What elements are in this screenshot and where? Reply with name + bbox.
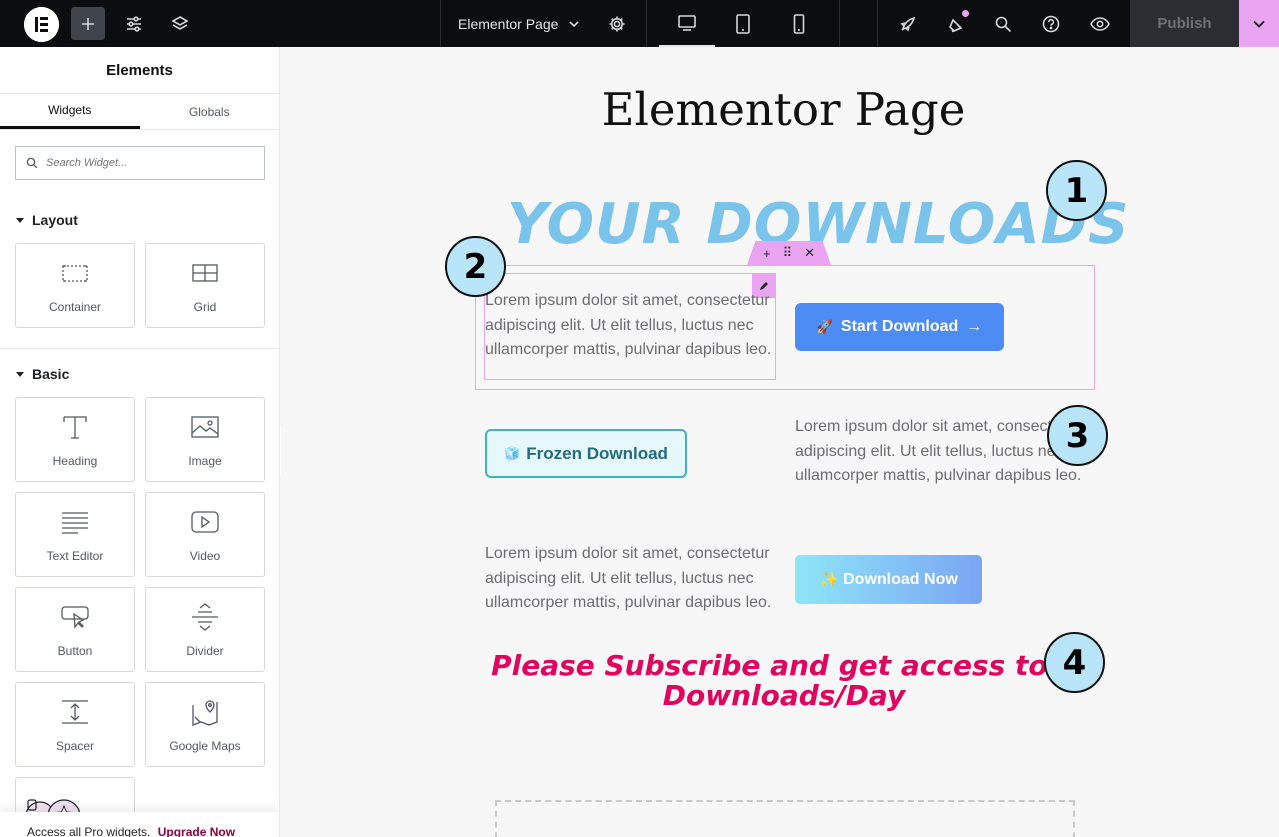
desktop-view-icon[interactable] xyxy=(659,0,715,47)
publish-button[interactable]: Publish xyxy=(1130,0,1239,47)
widget-video[interactable]: Video xyxy=(145,492,265,577)
widget-label: Divider xyxy=(186,644,224,658)
arrow-right-icon: → xyxy=(966,318,983,335)
section-basic-toggle[interactable]: Basic xyxy=(16,366,69,382)
notifications-megaphone-icon[interactable] xyxy=(943,0,969,47)
chevron-down-icon xyxy=(569,20,579,27)
heading-icon xyxy=(60,412,90,442)
text-editor-icon xyxy=(60,507,90,537)
tab-widgets[interactable]: Widgets xyxy=(0,94,140,129)
frozen-download-button[interactable]: 🧊 Frozen Download xyxy=(485,429,687,478)
page-settings-gear-icon[interactable] xyxy=(604,0,630,47)
widget-divider[interactable]: Divider xyxy=(145,587,265,672)
caret-down-icon xyxy=(16,371,24,377)
search-widget-field[interactable] xyxy=(15,146,265,180)
widget-heading[interactable]: Heading xyxy=(15,397,135,482)
rocket-emoji-icon: 🚀 xyxy=(816,319,833,334)
rocket-icon[interactable] xyxy=(895,0,921,47)
preview-eye-icon[interactable] xyxy=(1086,0,1114,47)
topbar-divider xyxy=(839,0,840,47)
topbar-divider xyxy=(440,0,441,47)
section-divider xyxy=(0,348,279,349)
widget-label: Video xyxy=(189,549,221,563)
spacer-icon xyxy=(60,697,90,727)
divider-icon xyxy=(190,602,220,632)
widget-container[interactable]: Container xyxy=(15,243,135,328)
subscribe-heading[interactable]: Please Subscribe and get access to 4 Dow… xyxy=(467,651,1101,711)
elements-panel: Elements Widgets Globals Layout Containe… xyxy=(0,47,280,837)
widget-label: Button xyxy=(57,644,93,658)
widget-button[interactable]: Button xyxy=(15,587,135,672)
grid-icon xyxy=(190,258,220,288)
upgrade-now-link[interactable]: Upgrade Now xyxy=(158,825,235,837)
widget-image[interactable]: Image xyxy=(145,397,265,482)
image-icon xyxy=(190,412,220,442)
annotation-badge-1: 1 xyxy=(1046,160,1107,221)
delete-container-icon[interactable]: ✕ xyxy=(804,245,815,261)
container-handle[interactable]: + ⠿ ✕ xyxy=(747,241,831,265)
widget-label: Google Maps xyxy=(169,739,241,753)
section-basic-title: Basic xyxy=(32,366,70,382)
pro-upgrade-bar: Access all Pro widgets. Upgrade Now xyxy=(0,812,279,837)
panel-title: Elements xyxy=(0,47,279,94)
tab-globals[interactable]: Globals xyxy=(140,94,280,129)
elementor-logo-icon[interactable] xyxy=(24,7,59,42)
search-icon[interactable] xyxy=(990,0,1016,47)
add-container-icon[interactable]: + xyxy=(763,246,771,261)
widget-label: Text Editor xyxy=(46,549,104,563)
button-icon xyxy=(60,602,90,632)
text-editor-block-1[interactable]: Lorem ipsum dolor sit amet, consectetur … xyxy=(485,289,785,363)
section-layout-title: Layout xyxy=(32,212,78,228)
search-widget-input[interactable] xyxy=(46,157,246,169)
widget-label: Heading xyxy=(52,454,98,468)
search-icon xyxy=(26,157,38,169)
structure-layers-icon[interactable] xyxy=(166,0,194,47)
annotation-badge-3: 3 xyxy=(1047,405,1108,466)
text-editor-block-3[interactable]: Lorem ipsum dolor sit amet, consectetur … xyxy=(485,542,785,616)
pro-text: Access all Pro widgets. xyxy=(27,825,151,837)
drag-handle-icon[interactable]: ⠿ xyxy=(783,245,793,261)
section-layout-toggle[interactable]: Layout xyxy=(16,212,78,228)
annotation-badge-2: 2 xyxy=(445,236,506,297)
start-download-button[interactable]: 🚀 Start Download → xyxy=(795,303,1004,351)
topbar-divider xyxy=(877,0,878,47)
editor-canvas: Elementor Page YOUR DOWNLOADS + ⠿ ✕ Lore… xyxy=(281,47,1279,837)
panel-tabs: Widgets Globals xyxy=(0,94,279,130)
download-now-label: Download Now xyxy=(843,570,958,588)
notification-dot xyxy=(962,10,969,17)
add-element-button[interactable] xyxy=(71,7,105,40)
download-now-button[interactable]: ✨ Download Now xyxy=(795,555,982,604)
site-settings-sliders-icon[interactable] xyxy=(120,0,148,47)
video-icon xyxy=(190,507,220,537)
page-title-dropdown[interactable]: Elementor Page xyxy=(458,0,580,47)
frozen-download-label: Frozen Download xyxy=(526,443,668,463)
top-bar: Elementor Page Publish xyxy=(0,0,1279,47)
page-heading[interactable]: Elementor Page xyxy=(281,83,1279,136)
ice-cube-emoji-icon: 🧊 xyxy=(504,445,521,461)
caret-down-icon xyxy=(16,217,24,223)
mobile-view-icon[interactable] xyxy=(786,0,812,47)
start-download-label: Start Download xyxy=(840,318,959,335)
annotation-badge-4: 4 xyxy=(1044,632,1105,693)
widget-label: Image xyxy=(188,454,222,468)
topbar-divider xyxy=(646,0,647,47)
add-section-dropzone[interactable] xyxy=(495,800,1075,837)
help-icon[interactable] xyxy=(1038,0,1064,47)
widget-label: Container xyxy=(48,300,102,314)
widget-label: Spacer xyxy=(55,739,95,753)
widget-text-editor[interactable]: Text Editor xyxy=(15,492,135,577)
tablet-view-icon[interactable] xyxy=(728,0,758,47)
chevron-down-icon xyxy=(1253,20,1265,28)
container-icon xyxy=(60,258,90,288)
widget-google-maps[interactable]: Google Maps xyxy=(145,682,265,767)
google-maps-icon xyxy=(190,697,220,727)
widget-grid[interactable]: Grid xyxy=(145,243,265,328)
publish-options-button[interactable] xyxy=(1239,0,1279,47)
page-title-text: Elementor Page xyxy=(458,15,559,32)
widget-label: Grid xyxy=(193,300,217,314)
widget-spacer[interactable]: Spacer xyxy=(15,682,135,767)
sparkles-emoji-icon: ✨ xyxy=(819,571,840,589)
